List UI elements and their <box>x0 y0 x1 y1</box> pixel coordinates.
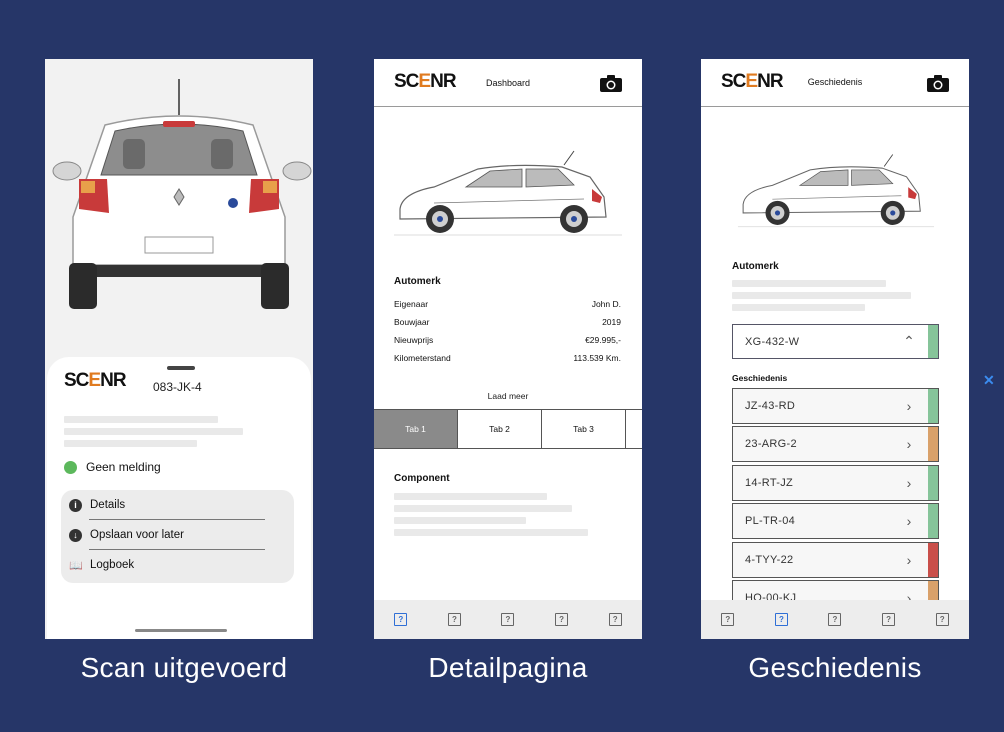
details-button[interactable]: i Details <box>69 493 279 517</box>
bottom-nav: ? ? ? ? ? <box>374 600 642 639</box>
sheet-drag-handle[interactable] <box>167 366 195 370</box>
placeholder-line <box>64 428 243 435</box>
kv-row-price: Nieuwprijs €29.995,- <box>394 335 621 345</box>
history-item[interactable]: JZ-43-RD › <box>732 388 939 424</box>
tab-3[interactable]: Tab 3 <box>542 410 626 448</box>
caption-detail: Detailpagina <box>428 652 588 683</box>
load-more-link[interactable]: Laad meer <box>374 391 642 401</box>
status-dot <box>64 461 77 474</box>
status-text: Geen melding <box>86 460 161 474</box>
plate-dropdown[interactable]: XG-432-W ⌃ <box>732 324 939 359</box>
placeholder-line <box>64 440 197 447</box>
app-header: SCENR Dashboard <box>374 59 642 107</box>
selected-plate: XG-432-W <box>745 335 800 348</box>
nav-help-icon[interactable]: ? <box>882 613 896 626</box>
tab-overflow[interactable] <box>626 410 642 448</box>
section-title-component: Component <box>394 473 450 484</box>
placeholder-line <box>394 505 572 512</box>
nav-help-icon[interactable]: ? <box>828 613 842 626</box>
status-strip <box>928 466 938 500</box>
book-icon: 📖 <box>69 559 83 572</box>
car-side-illustration <box>394 150 622 236</box>
chevron-right-icon: › <box>906 398 912 414</box>
tab-1[interactable]: Tab 1 <box>374 410 458 448</box>
placeholder-line <box>394 493 547 500</box>
chevron-right-icon: › <box>906 436 912 452</box>
placeholder-line <box>394 517 526 524</box>
brand-logo: SCENR <box>64 370 127 391</box>
status-strip <box>928 504 938 538</box>
nav-help-icon[interactable]: ? <box>721 613 735 626</box>
divider <box>89 549 265 550</box>
tab-bar: Tab 1 Tab 2 Tab 3 <box>374 409 642 449</box>
camera-icon[interactable] <box>927 75 949 92</box>
nav-help-icon[interactable]: ? <box>555 613 569 626</box>
info-icon: i <box>69 498 82 512</box>
close-icon[interactable]: ✕ <box>983 372 995 389</box>
chevron-right-icon: › <box>906 552 912 568</box>
section-title-automerk: Automerk <box>732 261 779 272</box>
status-strip <box>928 389 938 423</box>
kv-row-owner: Eigenaar John D. <box>394 299 621 309</box>
placeholder-line <box>732 280 886 287</box>
app-header: SCENR Geschiedenis <box>701 59 969 107</box>
placeholder-line <box>394 529 588 536</box>
license-plate: 083-JK-4 <box>153 380 202 394</box>
placeholder-line <box>64 416 218 423</box>
history-item[interactable]: 23-ARG-2 › <box>732 426 939 462</box>
placeholder-line <box>732 292 911 299</box>
caption-history: Geschiedenis <box>748 652 922 683</box>
status-strip <box>928 543 938 577</box>
nav-help-icon[interactable]: ? <box>608 613 622 626</box>
history-item[interactable]: PL-TR-04 › <box>732 503 939 539</box>
history-screen: SCENR Geschiedenis Automerk XG-432-W ⌃ G… <box>701 59 969 639</box>
history-item[interactable]: 14-RT-JZ › <box>732 465 939 501</box>
save-for-later-button[interactable]: ↓ Opslaan voor later <box>69 523 279 547</box>
nav-help-icon[interactable]: ? <box>935 613 949 626</box>
car-rear-illustration <box>52 79 312 309</box>
scan-result-sheet[interactable]: SCENR 083-JK-4 Geen melding i Details ↓ … <box>47 357 311 639</box>
chevron-right-icon: › <box>906 513 912 529</box>
chevron-up-icon: ⌃ <box>903 333 915 349</box>
tab-2[interactable]: Tab 2 <box>458 410 542 448</box>
nav-help-icon[interactable]: ? <box>774 613 788 626</box>
home-indicator[interactable] <box>135 629 227 632</box>
history-item[interactable]: 4-TYY-22 › <box>732 542 939 578</box>
camera-icon[interactable] <box>600 75 622 92</box>
bottom-nav: ? ? ? ? ? <box>701 600 969 639</box>
chevron-right-icon: › <box>906 475 912 491</box>
status-strip <box>928 325 938 358</box>
detail-screen: SCENR Dashboard Automerk Eigenaar John D.… <box>374 59 642 639</box>
history-list-label: Geschiedenis <box>732 373 788 383</box>
download-icon: ↓ <box>69 528 82 542</box>
nav-help-icon[interactable]: ? <box>501 613 515 626</box>
action-menu: i Details ↓ Opslaan voor later 📖 Logboek <box>61 490 294 583</box>
logbook-button[interactable]: 📖 Logboek <box>69 553 279 577</box>
nav-help-icon[interactable]: ? <box>394 613 408 626</box>
kv-row-year: Bouwjaar 2019 <box>394 317 621 327</box>
placeholder-line <box>732 304 865 311</box>
scan-screen: SCENR 083-JK-4 Geen melding i Details ↓ … <box>45 59 313 639</box>
divider <box>89 519 265 520</box>
car-side-illustration <box>737 154 935 228</box>
kv-row-mileage: Kilometerstand 113.539 Km. <box>394 353 621 363</box>
status-strip <box>928 427 938 461</box>
caption-scan: Scan uitgevoerd <box>80 652 288 683</box>
section-title-automerk: Automerk <box>394 276 441 287</box>
nav-help-icon[interactable]: ? <box>447 613 461 626</box>
